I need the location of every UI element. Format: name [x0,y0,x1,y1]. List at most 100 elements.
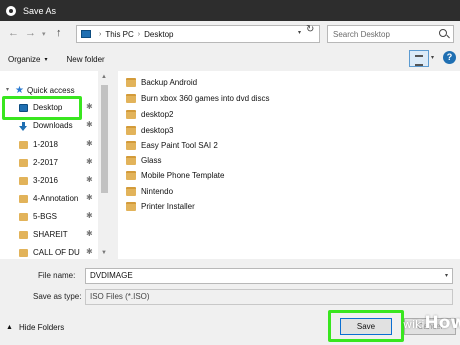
folder-icon [126,186,136,196]
list-item-label: Nintendo [141,186,174,196]
folder-icon [126,77,136,87]
chevron-down-icon: ▾ [44,56,48,63]
list-item-label: Glass [141,155,162,165]
list-item[interactable]: Nintendo [126,184,173,198]
nav-item-folder[interactable]: 2-2017 ✱ [0,155,98,171]
up-arrow-icon[interactable]: ↑ [56,27,62,39]
save-as-dialog: Save As ← → ▾ ↑ › This PC › Desktop ▾ ↻ … [0,0,460,345]
list-item[interactable]: Glass [126,153,161,167]
nav-item-folder[interactable]: SHAREIT ✱ [0,227,98,243]
nav-item-folder[interactable]: 3-2016 ✱ [0,173,98,189]
forward-arrow-icon[interactable]: → [25,27,36,39]
list-item[interactable]: Printer Installer [126,199,195,213]
pin-icon: ✱ [86,211,93,220]
folder-icon [19,177,28,185]
help-icon[interactable]: ? [443,51,456,64]
hide-folders-label: Hide Folders [18,323,65,332]
folder-icon [19,141,28,149]
nav-item-label: SHAREIT [33,230,68,239]
save-button[interactable]: Save [340,318,392,335]
nav-item-label: CALL OF DU [33,248,80,257]
command-bar: Organize ▾ New folder ▾ ? [0,47,460,71]
save-type-value: ISO Files (*.ISO) [90,292,150,301]
nav-item-folder[interactable]: 4-Annotation ✱ [0,191,98,207]
nav-item-label: 1-2018 [33,140,58,149]
scroll-up-icon[interactable]: ▲ [101,74,107,80]
list-item[interactable]: Easy Paint Tool SAI 2 [126,138,218,152]
pin-icon: ✱ [86,175,93,184]
file-list: Backup Android Burn xbox 360 games into … [118,71,460,259]
this-pc-icon [81,30,91,38]
address-bar[interactable]: › This PC › Desktop ▾ [76,25,320,43]
breadcrumb-desktop[interactable]: Desktop [144,30,173,39]
organize-label: Organize [8,54,41,64]
folder-icon [126,140,136,150]
scrollbar-thumb[interactable] [101,85,108,193]
address-row: ← → ▾ ↑ › This PC › Desktop ▾ ↻ Search D… [0,21,460,45]
save-options-panel: File name: DVDIMAGE ▾ Save as type: ISO … [0,259,460,345]
pin-icon: ✱ [86,139,93,148]
breadcrumb-separator-icon: › [99,30,102,38]
nav-item-label: Downloads [33,121,73,130]
save-type-label: Save as type: [33,292,82,301]
folder-icon [126,170,136,180]
list-item[interactable]: Burn xbox 360 games into dvd discs [126,91,270,105]
folder-icon [126,125,136,135]
nav-item-label: Quick access [27,86,75,95]
folder-icon [126,155,136,165]
breadcrumb-this-pc[interactable]: This PC [105,30,133,39]
download-icon [19,122,28,131]
pin-icon: ✱ [86,229,93,238]
folder-icon [19,213,28,221]
list-item-label: Burn xbox 360 games into dvd discs [141,93,270,103]
nav-item-folder[interactable]: CALL OF DU ✱ [0,245,98,259]
save-type-select[interactable]: ISO Files (*.ISO) [85,289,453,305]
recent-locations-chevron-icon[interactable]: ▾ [42,29,46,41]
folder-icon [126,201,136,211]
scroll-down-icon[interactable]: ▼ [101,250,107,256]
list-item[interactable]: desktop3 [126,123,173,137]
list-item[interactable]: desktop2 [126,107,173,121]
app-icon [6,5,16,16]
file-name-input[interactable]: DVDIMAGE ▾ [85,268,453,284]
window-title: Save As [23,5,57,16]
file-name-label: File name: [38,271,76,280]
list-item-label: Mobile Phone Template [141,170,225,180]
chevron-down-icon[interactable]: ▾ [445,269,448,283]
breadcrumb-separator-icon: › [137,30,141,38]
list-item[interactable]: Backup Android [126,75,197,89]
nav-item-folder[interactable]: 1-2018 ✱ [0,137,98,153]
nav-item-label: 3-2016 [33,176,58,185]
search-placeholder: Search Desktop [333,29,390,39]
nav-item-folder[interactable]: 5-BGS ✱ [0,209,98,225]
title-bar: Save As [0,0,460,21]
wikihow-watermark: wikiHow [403,313,460,333]
refresh-icon[interactable]: ↻ [306,24,314,35]
new-folder-button[interactable]: New folder [66,55,104,64]
organize-button[interactable]: Organize ▾ [8,55,47,64]
search-icon [439,29,447,37]
folder-icon [19,195,28,203]
view-dropdown-icon[interactable]: ▾ [431,54,434,61]
address-dropdown-icon[interactable]: ▾ [298,29,301,36]
nav-item-label: 2-2017 [33,158,58,167]
pin-icon: ✱ [86,247,93,256]
list-item-label: Printer Installer [141,201,195,211]
folder-icon [126,109,136,119]
nav-item-downloads[interactable]: Downloads ✱ [0,118,98,134]
search-input[interactable]: Search Desktop [327,25,454,43]
hide-folders-button[interactable]: ▲ Hide Folders [6,323,64,332]
pin-icon: ✱ [86,120,93,129]
folder-icon [126,93,136,103]
folder-icon [19,249,28,257]
folder-icon [19,159,28,167]
view-options-icon[interactable] [409,50,429,67]
back-arrow-icon[interactable]: ← [8,27,19,39]
list-item[interactable]: Mobile Phone Template [126,168,224,182]
list-item-label: desktop2 [141,109,174,119]
nav-scrollbar[interactable]: ▲ ▼ [98,71,111,259]
list-item-label: Backup Android [141,77,198,87]
collapse-chevron-icon[interactable]: ▾ [6,86,9,93]
list-item-label: desktop3 [141,125,174,135]
watermark-wiki: wiki [403,318,425,331]
